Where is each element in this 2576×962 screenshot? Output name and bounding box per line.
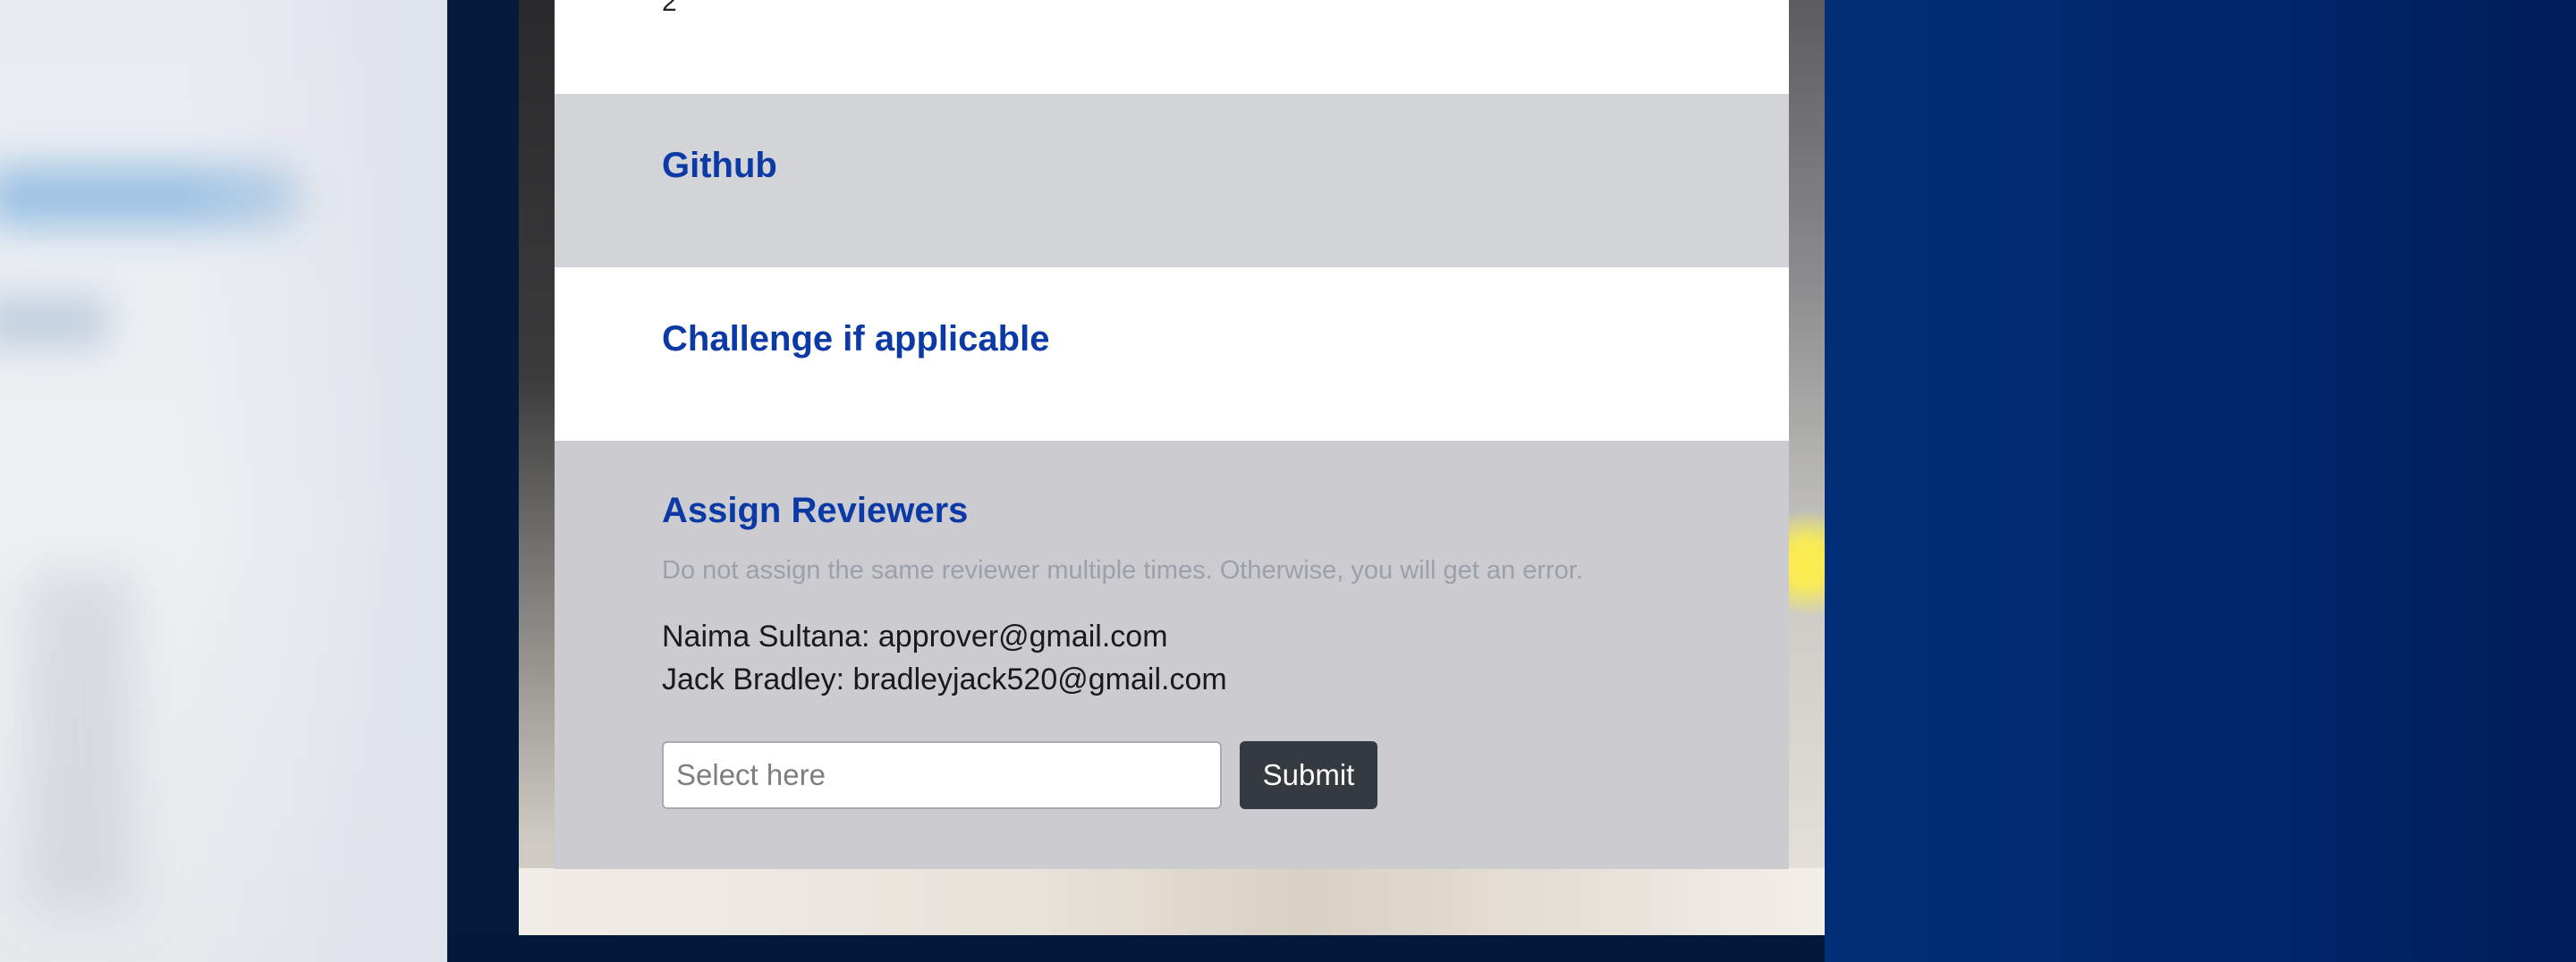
previous-section: 2 — [555, 0, 1789, 94]
background-blurred-panel — [0, 0, 447, 962]
github-heading: Github — [662, 146, 777, 185]
assign-reviewers-section: Assign Reviewers Do not assign the same … — [555, 441, 1789, 869]
background-blur-shape — [179, 0, 447, 962]
previous-section-text: 2 — [662, 0, 677, 17]
reviewer-list-item: Jack Bradley: bradleyjack520@gmail.com — [662, 662, 1227, 696]
assign-reviewers-hint: Do not assign the same reviewer multiple… — [662, 556, 1583, 585]
reviewer-list-item: Naima Sultana: approver@gmail.com — [662, 620, 1168, 654]
submit-button[interactable]: Submit — [1240, 741, 1377, 809]
challenge-heading: Challenge if applicable — [662, 319, 1050, 359]
background-blur-shape — [27, 572, 134, 912]
assign-reviewers-heading: Assign Reviewers — [662, 491, 969, 530]
background-blue-gradient — [1825, 0, 2576, 962]
background-navy-band — [447, 0, 519, 962]
submission-card: 2 Github Challenge if applicable Assign … — [555, 0, 1789, 869]
photo-bottom-area — [519, 868, 1825, 935]
github-section: Github — [555, 94, 1789, 267]
background-navy-bottom — [447, 935, 1825, 962]
background-blur-shape — [0, 295, 107, 349]
reviewer-select-input[interactable] — [662, 741, 1222, 809]
photo-shadow-strip — [519, 0, 555, 935]
challenge-section: Challenge if applicable — [555, 267, 1789, 441]
